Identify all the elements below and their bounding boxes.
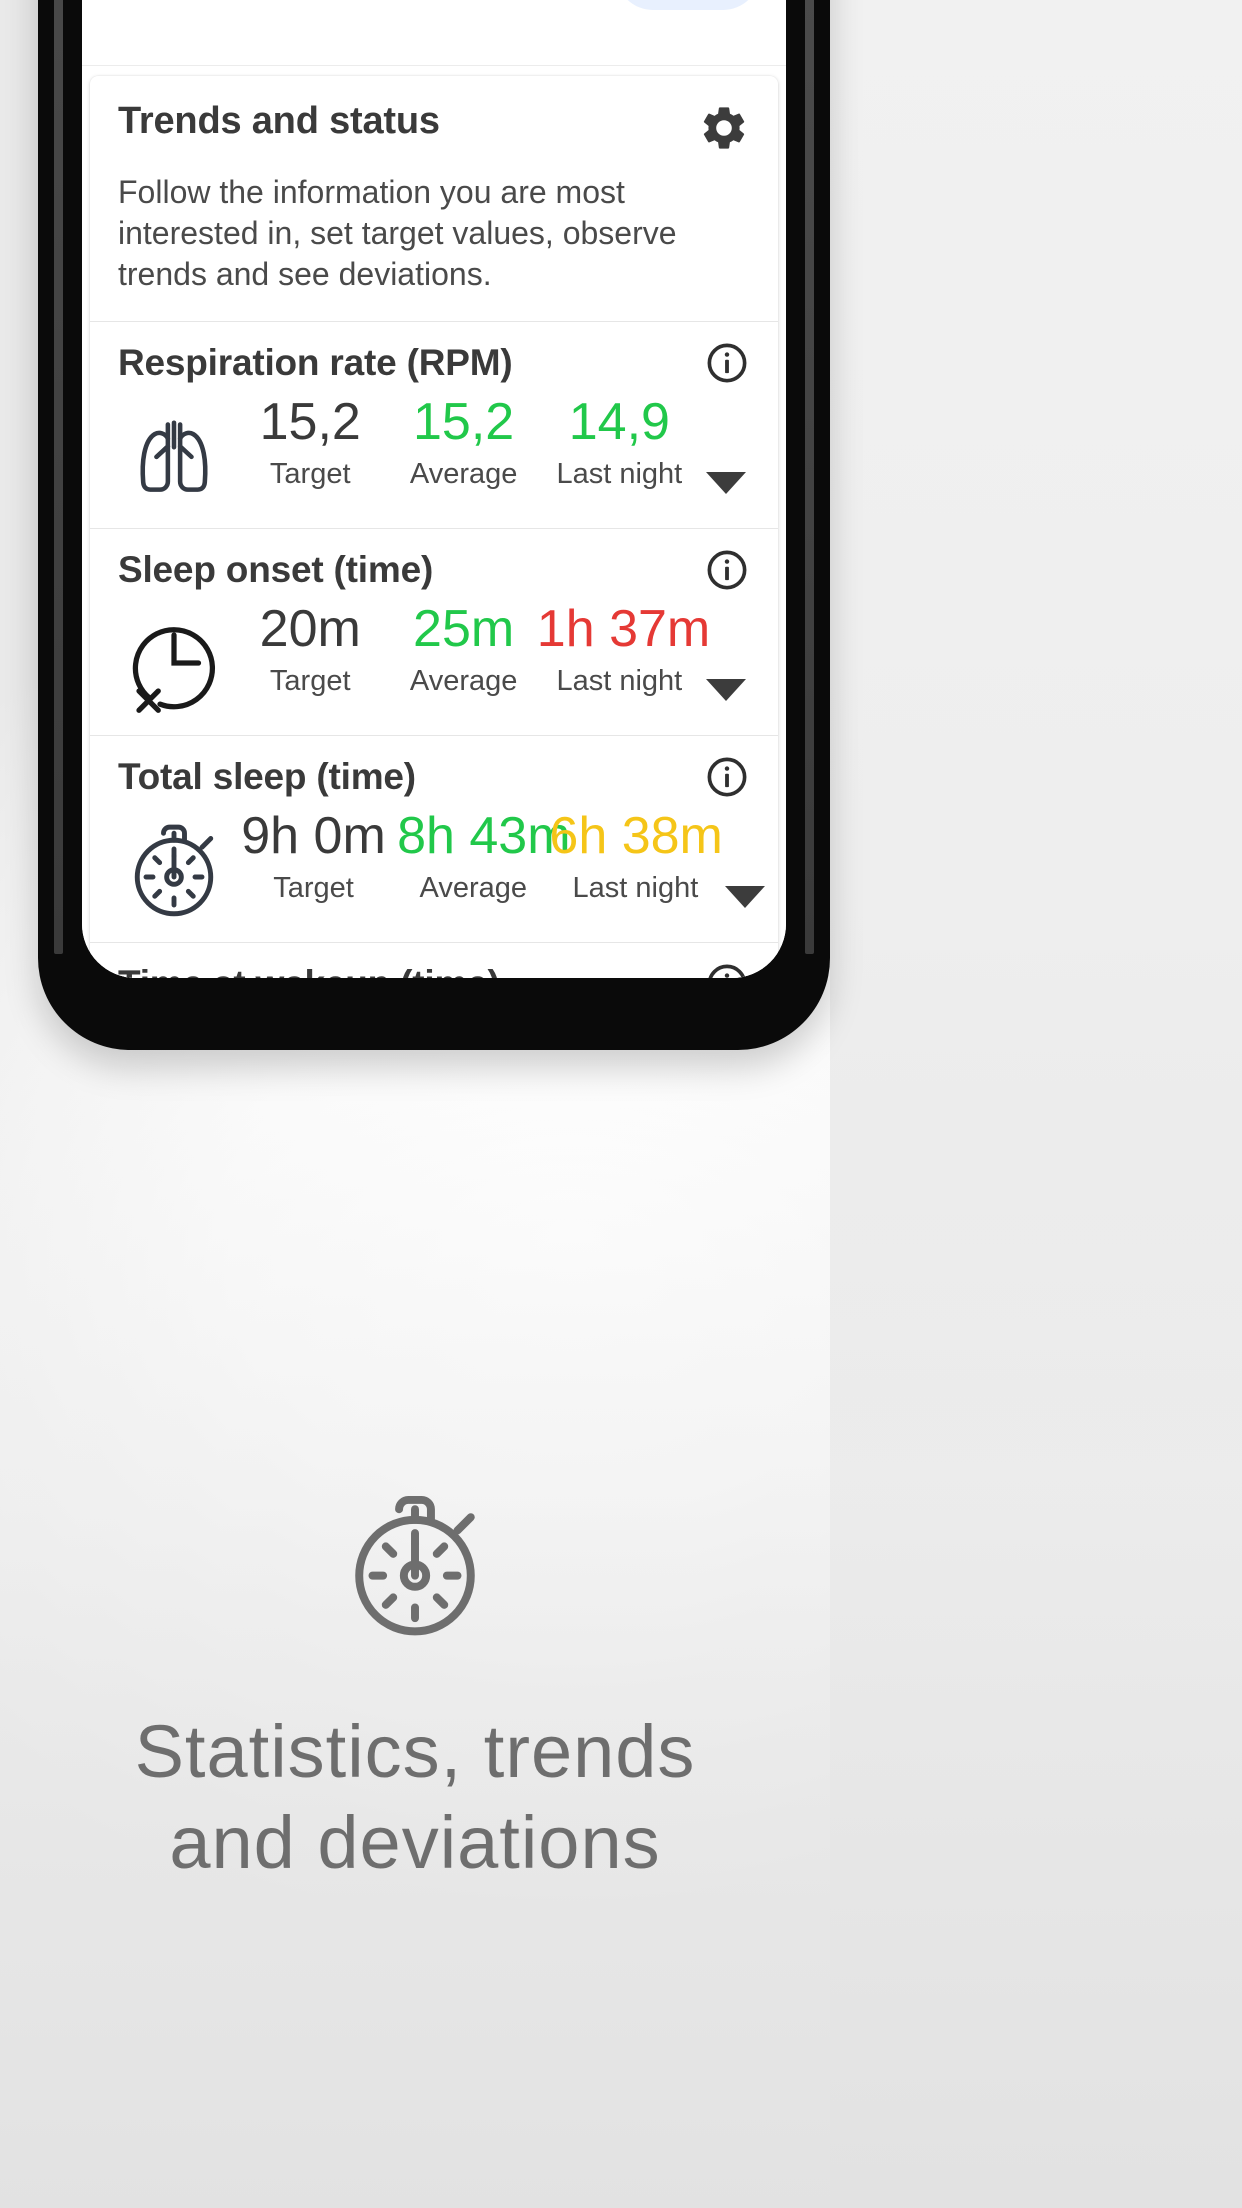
metric-row[interactable]: Sleep onset (time) 20m Target 25m Averag… <box>90 527 778 735</box>
content-area: Trends and status Follow the information… <box>82 66 786 978</box>
metric-lastnight-label: Last night <box>556 665 683 698</box>
metric-name: Respiration rate (RPM) <box>118 341 513 383</box>
lungs-icon <box>140 420 208 492</box>
metric-row[interactable]: Time at wakeup (time) <box>90 941 778 978</box>
card-header: Trends and status Follow the information… <box>90 76 778 321</box>
metric-average-column: 8h 43m Average <box>397 806 571 905</box>
metric-average-value: 25m <box>413 599 515 658</box>
metric-target-value: 15,2 <box>259 392 361 451</box>
metric-target-label: Target <box>269 665 351 698</box>
phone-frame: Sleep history David Trends and status Fo… <box>38 0 830 1050</box>
metric-row[interactable]: Respiration rate (RPM) 15,2 Target 15,2 … <box>90 320 778 528</box>
chevron-down-icon[interactable] <box>702 394 750 506</box>
promo-caption-line1: Statistics, trends <box>134 1710 696 1793</box>
metric-lastnight-value: 14,9 <box>568 392 670 451</box>
info-icon[interactable] <box>704 340 750 386</box>
metric-lastnight-value: 6h 38m <box>549 806 723 865</box>
trends-and-status-card: Trends and status Follow the information… <box>90 76 778 978</box>
metric-average-label: Average <box>409 458 518 491</box>
metric-target-label: Target <box>269 458 351 491</box>
metric-target-label: Target <box>273 872 354 905</box>
info-icon[interactable] <box>704 547 750 593</box>
info-icon[interactable] <box>704 961 750 978</box>
metric-average-column: 15,2 Average <box>390 394 536 491</box>
metric-name: Total sleep (time) <box>118 755 416 797</box>
metric-average-label: Average <box>419 872 528 905</box>
metric-average-label: Average <box>409 665 518 698</box>
metric-row[interactable]: Total sleep (time) 9h 0m Target 8h 43m A… <box>90 734 778 942</box>
metric-target-column: 9h 0m Target <box>230 808 397 905</box>
metric-lastnight-value: 1h 37m <box>536 599 711 658</box>
metric-target-column: 15,2 Target <box>230 394 390 491</box>
metric-lastnight-label: Last night <box>572 872 699 905</box>
stopwatch-icon <box>134 824 214 917</box>
metric-average-value: 15,2 <box>413 392 515 451</box>
card-description: Follow the information you are most inte… <box>118 174 677 292</box>
chevron-down-icon[interactable] <box>721 808 769 920</box>
hamburger-menu-icon[interactable] <box>112 0 188 11</box>
chevron-down-icon[interactable] <box>702 601 750 713</box>
metric-lastnight-label: Last night <box>556 458 683 491</box>
promo-section: Statistics, trends and deviations <box>0 1480 830 1888</box>
metric-target-value: 9h 0m <box>241 806 386 865</box>
metric-lastnight-column: 6h 38m Last night <box>549 806 723 905</box>
metric-average-value: 8h 43m <box>397 806 571 865</box>
promo-caption: Statistics, trends and deviations <box>135 1706 696 1888</box>
card-title: Trends and status <box>118 100 440 142</box>
clock-x-icon <box>132 627 215 713</box>
stopwatch-icon <box>355 1495 475 1636</box>
metric-target-value: 20m <box>259 599 361 658</box>
page-title: Sleep history <box>228 0 532 1</box>
user-profile-button[interactable]: David <box>615 0 760 10</box>
info-icon[interactable] <box>704 754 750 800</box>
app-bar: Sleep history David <box>82 0 786 66</box>
metric-name: Sleep onset (time) <box>118 548 434 590</box>
metric-average-column: 25m Average <box>390 601 536 698</box>
metric-lastnight-column: 14,9 Last night <box>537 394 702 491</box>
metric-target-column: 20m Target <box>230 601 390 698</box>
gear-icon[interactable] <box>698 102 750 154</box>
metric-name: Time at wakeup (time) <box>118 963 500 978</box>
metric-lastnight-column: 1h 37m Last night <box>536 599 711 698</box>
phone-screen: Sleep history David Trends and status Fo… <box>82 0 786 978</box>
promo-caption-line2: and deviations <box>169 1801 661 1885</box>
